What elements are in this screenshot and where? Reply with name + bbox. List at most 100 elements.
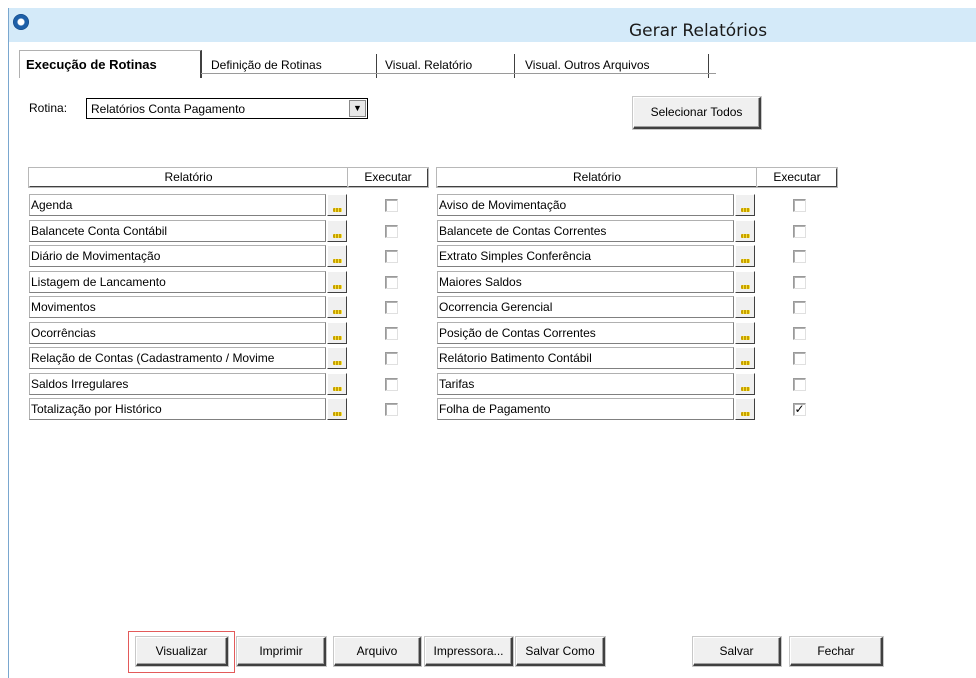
ellipsis-icon — [333, 336, 342, 340]
report-row-left[interactable]: Listagem de Lancamento — [29, 271, 326, 293]
report-row-left[interactable]: Movimentos — [29, 296, 326, 318]
report-row-right[interactable]: Posição de Contas Correntes — [437, 322, 734, 344]
executar-checkbox[interactable] — [793, 276, 806, 289]
ellipsis-icon — [741, 310, 750, 314]
ellipsis-icon — [333, 208, 342, 212]
ellipsis-button[interactable] — [327, 398, 347, 420]
ellipsis-button[interactable] — [735, 271, 755, 293]
executar-checkbox[interactable]: ✓ — [793, 403, 806, 416]
rotina-select[interactable]: Relatórios Conta Pagamento ▼ — [86, 98, 368, 119]
executar-checkbox[interactable] — [793, 199, 806, 212]
salvar-como-button[interactable]: Salvar Como — [516, 637, 605, 666]
ellipsis-icon — [741, 336, 750, 340]
executar-checkbox[interactable] — [385, 301, 398, 314]
ellipsis-button[interactable] — [327, 194, 347, 216]
ellipsis-icon — [333, 412, 342, 416]
executar-checkbox[interactable] — [385, 327, 398, 340]
executar-checkbox[interactable] — [793, 301, 806, 314]
tab-definicao-de-rotinas[interactable]: Definição de Rotinas — [205, 54, 377, 78]
report-name: Ocorrências — [31, 326, 96, 340]
report-row-right[interactable]: Relátorio Batimento Contábil — [437, 347, 734, 369]
chevron-down-icon[interactable]: ▼ — [349, 100, 366, 117]
ellipsis-button[interactable] — [327, 271, 347, 293]
ellipsis-button[interactable] — [735, 194, 755, 216]
executar-checkbox[interactable] — [793, 225, 806, 238]
window-title: Gerar Relatórios — [629, 21, 768, 41]
executar-checkbox[interactable] — [793, 327, 806, 340]
select-all-button[interactable]: Selecionar Todos — [633, 97, 761, 129]
report-row-right[interactable]: Ocorrencia Gerencial — [437, 296, 734, 318]
ellipsis-button[interactable] — [735, 373, 755, 395]
ellipsis-button[interactable] — [327, 296, 347, 318]
report-name: Totalização por Histórico — [31, 402, 162, 416]
rotina-label: Rotina: — [29, 101, 68, 115]
ellipsis-button[interactable] — [327, 373, 347, 395]
report-name: Movimentos — [31, 300, 96, 314]
app-icon[interactable] — [13, 14, 29, 30]
report-name: Relação de Contas (Cadastramento / Movim… — [31, 351, 275, 365]
report-name: Maiores Saldos — [439, 275, 522, 289]
report-row-left[interactable]: Saldos Irregulares — [29, 373, 326, 395]
header-relatorio-right[interactable]: Relatório — [437, 168, 757, 187]
ellipsis-button[interactable] — [735, 296, 755, 318]
executar-checkbox[interactable] — [385, 276, 398, 289]
executar-checkbox[interactable] — [793, 250, 806, 263]
visualizar-button[interactable]: Visualizar — [136, 637, 228, 666]
impressora-button[interactable]: Impressora... — [425, 637, 513, 666]
ellipsis-icon — [741, 259, 750, 263]
title-bar[interactable]: Gerar Relatórios — [9, 8, 976, 41]
report-name: Balancete de Contas Correntes — [439, 224, 607, 238]
report-row-left[interactable]: Balancete Conta Contábil — [29, 220, 326, 242]
report-row-left[interactable]: Diário de Movimentação — [29, 245, 326, 267]
report-row-right[interactable]: Maiores Saldos — [437, 271, 734, 293]
arquivo-button[interactable]: Arquivo — [334, 637, 421, 666]
report-name: Extrato Simples Conferência — [439, 249, 592, 263]
tab-divider — [201, 73, 716, 74]
header-executar-right[interactable]: Executar — [757, 168, 837, 187]
ellipsis-icon — [333, 259, 342, 263]
report-name: Folha de Pagamento — [439, 402, 551, 416]
ellipsis-button[interactable] — [327, 245, 347, 267]
header-executar-left[interactable]: Executar — [348, 168, 428, 187]
fechar-button[interactable]: Fechar — [790, 637, 883, 666]
report-row-left[interactable]: Ocorrências — [29, 322, 326, 344]
report-row-left[interactable]: Agenda — [29, 194, 326, 216]
executar-checkbox[interactable] — [793, 352, 806, 365]
ellipsis-button[interactable] — [327, 322, 347, 344]
ellipsis-button[interactable] — [327, 347, 347, 369]
report-row-right[interactable]: Aviso de Movimentação — [437, 194, 734, 216]
report-row-left[interactable]: Totalização por Histórico — [29, 398, 326, 420]
report-name: Aviso de Movimentação — [439, 198, 567, 212]
ellipsis-button[interactable] — [735, 322, 755, 344]
report-row-right[interactable]: Folha de Pagamento — [437, 398, 734, 420]
executar-checkbox[interactable] — [385, 352, 398, 365]
executar-checkbox[interactable] — [385, 378, 398, 391]
ellipsis-button[interactable] — [735, 398, 755, 420]
imprimir-button[interactable]: Imprimir — [237, 637, 326, 666]
ellipsis-button[interactable] — [735, 347, 755, 369]
executar-checkbox[interactable] — [793, 378, 806, 391]
salvar-button[interactable]: Salvar — [693, 637, 781, 666]
executar-checkbox[interactable] — [385, 250, 398, 263]
ellipsis-button[interactable] — [735, 220, 755, 242]
ellipsis-icon — [333, 285, 342, 289]
tab-execucao-de-rotinas[interactable]: Execução de Rotinas — [19, 50, 202, 78]
ellipsis-icon — [741, 208, 750, 212]
report-row-right[interactable]: Balancete de Contas Correntes — [437, 220, 734, 242]
report-name: Posição de Contas Correntes — [439, 326, 596, 340]
ellipsis-icon — [741, 285, 750, 289]
report-row-left[interactable]: Relação de Contas (Cadastramento / Movim… — [29, 347, 326, 369]
report-row-right[interactable]: Extrato Simples Conferência — [437, 245, 734, 267]
report-row-right[interactable]: Tarifas — [437, 373, 734, 395]
ellipsis-button[interactable] — [327, 220, 347, 242]
executar-checkbox[interactable] — [385, 225, 398, 238]
executar-checkbox[interactable] — [385, 199, 398, 212]
ellipsis-icon — [741, 387, 750, 391]
header-relatorio-left[interactable]: Relatório — [29, 168, 348, 187]
tab-visual-relatorio[interactable]: Visual. Relatório — [379, 54, 515, 78]
ellipsis-button[interactable] — [735, 245, 755, 267]
report-name: Listagem de Lancamento — [31, 275, 166, 289]
report-name: Ocorrencia Gerencial — [439, 300, 553, 314]
tab-visual-outros-arquivos[interactable]: Visual. Outros Arquivos — [519, 54, 709, 78]
executar-checkbox[interactable] — [385, 403, 398, 416]
